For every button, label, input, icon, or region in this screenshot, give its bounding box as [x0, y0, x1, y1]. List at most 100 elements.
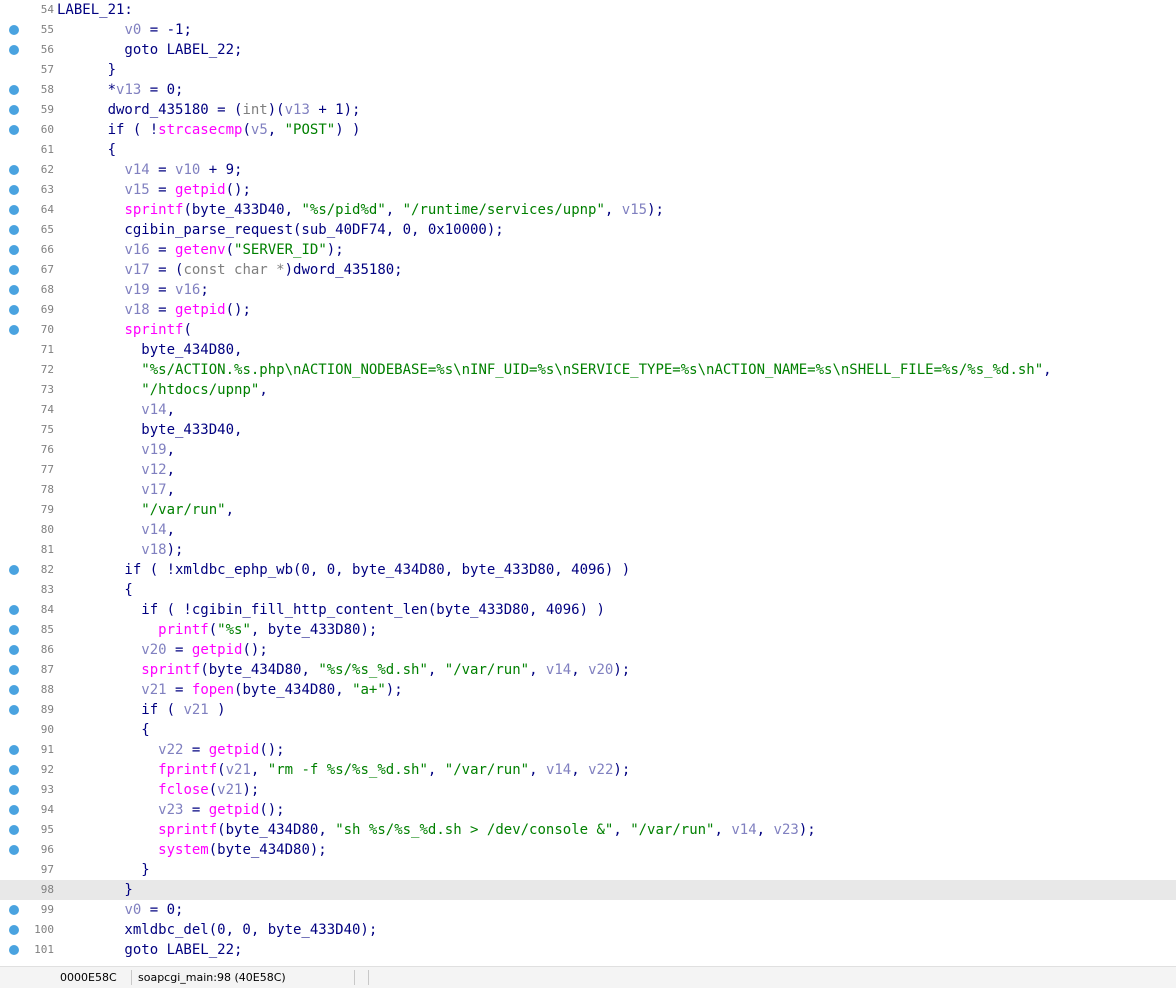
code-content[interactable]: sprintf(byte_433D40, "%s/pid%d", "/runti… [57, 200, 664, 220]
code-content[interactable]: sprintf( [57, 320, 191, 340]
code-content[interactable]: } [57, 860, 149, 880]
breakpoint-dot-icon[interactable] [9, 785, 19, 795]
code-content[interactable]: v16 = getenv("SERVER_ID"); [57, 240, 343, 260]
code-line[interactable]: 82 if ( !xmldbc_ephp_wb(0, 0, byte_434D8… [0, 560, 1176, 580]
code-line[interactable]: 94 v23 = getpid(); [0, 800, 1176, 820]
breakpoint-dot-icon[interactable] [9, 25, 19, 35]
code-line[interactable]: 80 v14, [0, 520, 1176, 540]
breakpoint-dot-icon[interactable] [9, 705, 19, 715]
code-line[interactable]: 90 { [0, 720, 1176, 740]
code-content[interactable]: system(byte_434D80); [57, 840, 327, 860]
code-line[interactable]: 84 if ( !cgibin_fill_http_content_len(by… [0, 600, 1176, 620]
breakpoint-dot-icon[interactable] [9, 945, 19, 955]
breakpoint-dot-icon[interactable] [9, 745, 19, 755]
code-line[interactable]: 100 xmldbc_del(0, 0, byte_433D40); [0, 920, 1176, 940]
code-content[interactable]: if ( v21 ) [57, 700, 225, 720]
code-line[interactable]: 93 fclose(v21); [0, 780, 1176, 800]
breakpoint-dot-icon[interactable] [9, 265, 19, 275]
breakpoint-dot-icon[interactable] [9, 565, 19, 575]
breakpoint-dot-icon[interactable] [9, 85, 19, 95]
code-line[interactable]: 71 byte_434D80, [0, 340, 1176, 360]
code-line[interactable]: 62 v14 = v10 + 9; [0, 160, 1176, 180]
code-line[interactable]: 77 v12, [0, 460, 1176, 480]
code-content[interactable]: byte_433D40, [57, 420, 242, 440]
code-content[interactable]: byte_434D80, [57, 340, 242, 360]
code-line[interactable]: 58 *v13 = 0; [0, 80, 1176, 100]
code-line[interactable]: 64 sprintf(byte_433D40, "%s/pid%d", "/ru… [0, 200, 1176, 220]
code-line[interactable]: 99 v0 = 0; [0, 900, 1176, 920]
code-content[interactable]: v14 = v10 + 9; [57, 160, 242, 180]
code-content[interactable]: if ( !xmldbc_ephp_wb(0, 0, byte_434D80, … [57, 560, 630, 580]
breakpoint-dot-icon[interactable] [9, 125, 19, 135]
code-line[interactable]: 63 v15 = getpid(); [0, 180, 1176, 200]
code-content[interactable]: v23 = getpid(); [57, 800, 284, 820]
code-line[interactable]: 89 if ( v21 ) [0, 700, 1176, 720]
code-content[interactable]: "%s/ACTION.%s.php\nACTION_NODEBASE=%s\nI… [57, 360, 1051, 380]
code-content[interactable]: cgibin_parse_request(sub_40DF74, 0, 0x10… [57, 220, 503, 240]
code-content[interactable]: v19 = v16; [57, 280, 208, 300]
breakpoint-dot-icon[interactable] [9, 925, 19, 935]
code-content[interactable]: v14, [57, 520, 175, 540]
code-content[interactable]: *v13 = 0; [57, 80, 184, 100]
code-line[interactable]: 96 system(byte_434D80); [0, 840, 1176, 860]
code-line[interactable]: 81 v18); [0, 540, 1176, 560]
breakpoint-dot-icon[interactable] [9, 605, 19, 615]
breakpoint-dot-icon[interactable] [9, 205, 19, 215]
breakpoint-dot-icon[interactable] [9, 665, 19, 675]
code-line[interactable]: 74 v14, [0, 400, 1176, 420]
code-line[interactable]: 83 { [0, 580, 1176, 600]
code-content[interactable]: { [57, 140, 116, 160]
code-line[interactable]: 73 "/htdocs/upnp", [0, 380, 1176, 400]
code-content[interactable]: LABEL_21: [57, 0, 133, 20]
code-line[interactable]: 85 printf("%s", byte_433D80); [0, 620, 1176, 640]
code-line[interactable]: 60 if ( !strcasecmp(v5, "POST") ) [0, 120, 1176, 140]
code-line[interactable]: 95 sprintf(byte_434D80, "sh %s/%s_%d.sh … [0, 820, 1176, 840]
code-content[interactable]: goto LABEL_22; [57, 940, 242, 960]
code-line[interactable]: 92 fprintf(v21, "rm -f %s/%s_%d.sh", "/v… [0, 760, 1176, 780]
code-line[interactable]: 59 dword_435180 = (int)(v13 + 1); [0, 100, 1176, 120]
code-content[interactable]: goto LABEL_22; [57, 40, 242, 60]
breakpoint-dot-icon[interactable] [9, 685, 19, 695]
breakpoint-dot-icon[interactable] [9, 905, 19, 915]
code-content[interactable]: v18); [57, 540, 183, 560]
code-content[interactable]: sprintf(byte_434D80, "%s/%s_%d.sh", "/va… [57, 660, 630, 680]
code-content[interactable]: v12, [57, 460, 175, 480]
code-line[interactable]: 87 sprintf(byte_434D80, "%s/%s_%d.sh", "… [0, 660, 1176, 680]
code-content[interactable]: v17 = (const char *)dword_435180; [57, 260, 402, 280]
breakpoint-dot-icon[interactable] [9, 105, 19, 115]
breakpoint-dot-icon[interactable] [9, 245, 19, 255]
code-line[interactable]: 76 v19, [0, 440, 1176, 460]
code-line[interactable]: 79 "/var/run", [0, 500, 1176, 520]
code-line[interactable]: 88 v21 = fopen(byte_434D80, "a+"); [0, 680, 1176, 700]
code-line[interactable]: 75 byte_433D40, [0, 420, 1176, 440]
code-content[interactable]: "/var/run", [57, 500, 234, 520]
code-content[interactable]: v22 = getpid(); [57, 740, 284, 760]
breakpoint-dot-icon[interactable] [9, 825, 19, 835]
pseudocode-view[interactable]: 54 LABEL_21: 55 v0 = -1; 56 goto LABEL_22; 5… [0, 0, 1176, 966]
code-content[interactable]: sprintf(byte_434D80, "sh %s/%s_%d.sh > /… [57, 820, 816, 840]
code-content[interactable]: printf("%s", byte_433D80); [57, 620, 377, 640]
code-content[interactable]: v0 = 0; [57, 900, 183, 920]
code-line[interactable]: 86 v20 = getpid(); [0, 640, 1176, 660]
breakpoint-dot-icon[interactable] [9, 305, 19, 315]
code-content[interactable]: v21 = fopen(byte_434D80, "a+"); [57, 680, 402, 700]
breakpoint-dot-icon[interactable] [9, 165, 19, 175]
breakpoint-dot-icon[interactable] [9, 845, 19, 855]
code-line[interactable]: 56 goto LABEL_22; [0, 40, 1176, 60]
code-line[interactable]: 57 } [0, 60, 1176, 80]
code-content[interactable]: v17, [57, 480, 175, 500]
code-content[interactable]: if ( !strcasecmp(v5, "POST") ) [57, 120, 361, 140]
code-line[interactable]: 54 LABEL_21: [0, 0, 1176, 20]
code-content[interactable]: { [57, 580, 132, 600]
code-line[interactable]: 67 v17 = (const char *)dword_435180; [0, 260, 1176, 280]
code-content[interactable]: fclose(v21); [57, 780, 259, 800]
breakpoint-dot-icon[interactable] [9, 625, 19, 635]
breakpoint-dot-icon[interactable] [9, 325, 19, 335]
code-line[interactable]: 69 v18 = getpid(); [0, 300, 1176, 320]
breakpoint-dot-icon[interactable] [9, 645, 19, 655]
code-line[interactable]: 101 goto LABEL_22; [0, 940, 1176, 960]
code-line[interactable]: 55 v0 = -1; [0, 20, 1176, 40]
code-content[interactable]: xmldbc_del(0, 0, byte_433D40); [57, 920, 377, 940]
code-content[interactable]: v14, [57, 400, 175, 420]
code-line[interactable]: 68 v19 = v16; [0, 280, 1176, 300]
